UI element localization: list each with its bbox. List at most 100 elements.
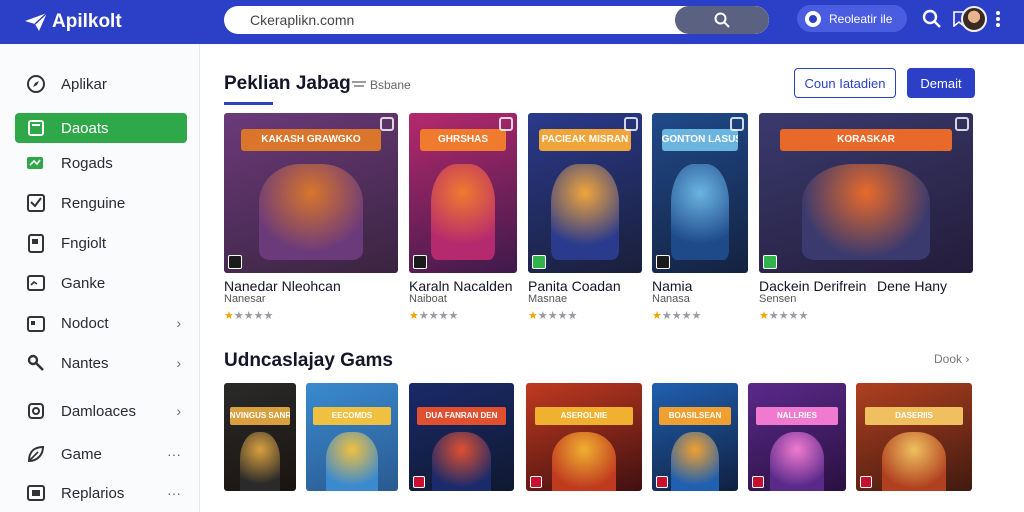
sidebar-item-1[interactable]: Aplikar <box>15 69 187 99</box>
section-title: Peklian Jabag <box>224 73 351 94</box>
search-button[interactable] <box>675 6 769 34</box>
sidebar-item-9[interactable]: Damloaces › <box>15 396 187 426</box>
game-title[interactable]: Dene Hany <box>877 278 947 294</box>
poster-title: GHRSHAS <box>419 129 507 151</box>
game-art <box>432 431 491 491</box>
game-subtitle: Naiboat <box>409 293 447 305</box>
star-icon: ★ <box>759 310 769 322</box>
star-icon: ★ <box>243 310 254 322</box>
pill-label: Reoleatir ile <box>829 11 893 26</box>
poster-title: DASERIIS <box>865 406 963 425</box>
platform-badge-icon <box>656 255 670 269</box>
game-subtitle: Nanesar <box>224 293 266 305</box>
sidebar-item-4[interactable]: Renguine <box>15 188 187 218</box>
game-card[interactable]: KAKASH GRAWGKO <box>224 113 398 273</box>
chevron-right-icon[interactable]: › <box>176 315 181 331</box>
upcoming-game-thumb[interactable]: ASEROLNIE <box>526 383 642 491</box>
camera-icon <box>26 401 46 421</box>
compass-icon <box>26 74 46 94</box>
game-card[interactable]: KORASKAR <box>759 113 973 273</box>
search-icon <box>714 12 730 28</box>
star-icon: ★ <box>253 310 264 322</box>
game-art <box>239 431 281 491</box>
platform-badge-icon <box>532 255 546 269</box>
search-bar <box>224 6 769 34</box>
game-title[interactable]: Nanedar Nleohcan <box>224 278 341 294</box>
game-subtitle: Masnae <box>528 293 568 305</box>
star-icon: ★ <box>428 310 439 322</box>
star-icon: ★ <box>263 310 274 322</box>
chevron-right-icon[interactable]: › <box>176 355 181 371</box>
chart-icon <box>26 273 46 293</box>
sidebar-item-label: Ganke <box>61 274 106 292</box>
star-icon: ★ <box>567 310 578 322</box>
primary-button[interactable]: Demait <box>907 68 975 98</box>
bookmark-icon[interactable] <box>955 117 969 131</box>
upcoming-game-thumb[interactable]: NVINGUS SANR <box>224 383 296 491</box>
poster-title: NVINGUS SANR <box>229 406 291 425</box>
account-pill-button[interactable]: Reoleatir ile <box>797 5 907 32</box>
game-art <box>551 431 617 491</box>
platform-badge-icon <box>228 255 242 269</box>
sidebar-item-label: Nantes <box>61 354 109 372</box>
star-icon: ★ <box>409 310 419 322</box>
sidebar-item-7[interactable]: Nodoct › <box>15 308 187 338</box>
star-icon: ★ <box>448 310 459 322</box>
star-icon: ★ <box>418 310 429 322</box>
sidebar-item-10[interactable]: Game ··· <box>15 439 187 469</box>
platform-badge-icon <box>763 255 777 269</box>
poster-title: GONTON LASUS <box>661 129 739 151</box>
window-icon <box>26 483 46 503</box>
game-card[interactable]: PACIEAK MISRAN <box>528 113 642 273</box>
sidebar-item-6[interactable]: Ganke <box>15 268 187 298</box>
bookmark-icon[interactable] <box>499 117 513 131</box>
upcoming-game-thumb[interactable]: DASERIIS <box>856 383 972 491</box>
star-icon: ★ <box>778 310 789 322</box>
game-title[interactable]: Karaln Nacalden <box>409 278 513 294</box>
upcoming-game-thumb[interactable]: BOASILSEAN <box>652 383 738 491</box>
sidebar-item-8[interactable]: Nantes › <box>15 348 187 378</box>
game-card[interactable]: GONTON LASUS <box>652 113 748 273</box>
more-horizontal-icon[interactable]: ··· <box>167 485 181 501</box>
star-icon: ★ <box>528 310 538 322</box>
platform-badge-icon <box>413 476 425 488</box>
rating-stars: ★★★★★ <box>759 309 808 322</box>
bookmark-icon[interactable] <box>730 117 744 131</box>
upcoming-section-title: Udncaslajay Gams <box>224 350 393 371</box>
bookmark-icon[interactable] <box>380 117 394 131</box>
outline-button[interactable]: Coun Iatadien <box>794 68 896 98</box>
upcoming-game-thumb[interactable]: EECOMDS <box>306 383 398 491</box>
sort-control[interactable]: Bsbane <box>352 78 411 92</box>
game-title[interactable]: Namia <box>652 278 692 294</box>
more-vertical-icon[interactable] <box>995 10 1001 28</box>
game-art <box>769 431 825 491</box>
poster-title: EECOMDS <box>313 406 391 425</box>
star-icon: ★ <box>681 310 692 322</box>
bookmark-icon[interactable] <box>624 117 638 131</box>
checkbox-icon <box>26 193 46 213</box>
game-title[interactable]: Panita Coadan <box>528 278 621 294</box>
game-card[interactable]: GHRSHAS <box>409 113 517 273</box>
tools-icon <box>26 353 46 373</box>
star-icon: ★ <box>661 310 672 322</box>
star-icon: ★ <box>537 310 548 322</box>
more-horizontal-icon[interactable]: ··· <box>167 446 181 462</box>
app-logo[interactable]: Apilkolt <box>24 11 214 33</box>
sidebar-item-label: Game <box>61 445 102 463</box>
sidebar-item-5[interactable]: Fngiolt <box>15 228 187 258</box>
star-icon: ★ <box>438 310 449 322</box>
avatar[interactable] <box>961 6 987 32</box>
upcoming-game-thumb[interactable]: NALLRIES <box>748 383 846 491</box>
platform-badge-icon <box>860 476 872 488</box>
upcoming-game-thumb[interactable]: DUA FANRAN DEN <box>409 383 514 491</box>
see-more-link[interactable]: Dook › <box>934 352 969 366</box>
search-icon[interactable] <box>922 9 942 29</box>
search-input[interactable] <box>224 6 675 34</box>
sidebar-item-11[interactable]: Replarios ··· <box>15 478 187 508</box>
rating-stars: ★★★★★ <box>652 309 701 322</box>
sidebar-item-3[interactable]: Rogads <box>15 148 187 178</box>
star-icon: ★ <box>768 310 779 322</box>
sidebar-item-2[interactable]: Daoats <box>15 113 187 143</box>
chevron-right-icon[interactable]: › <box>176 403 181 419</box>
game-title[interactable]: Dackein Derifrein <box>759 278 866 294</box>
